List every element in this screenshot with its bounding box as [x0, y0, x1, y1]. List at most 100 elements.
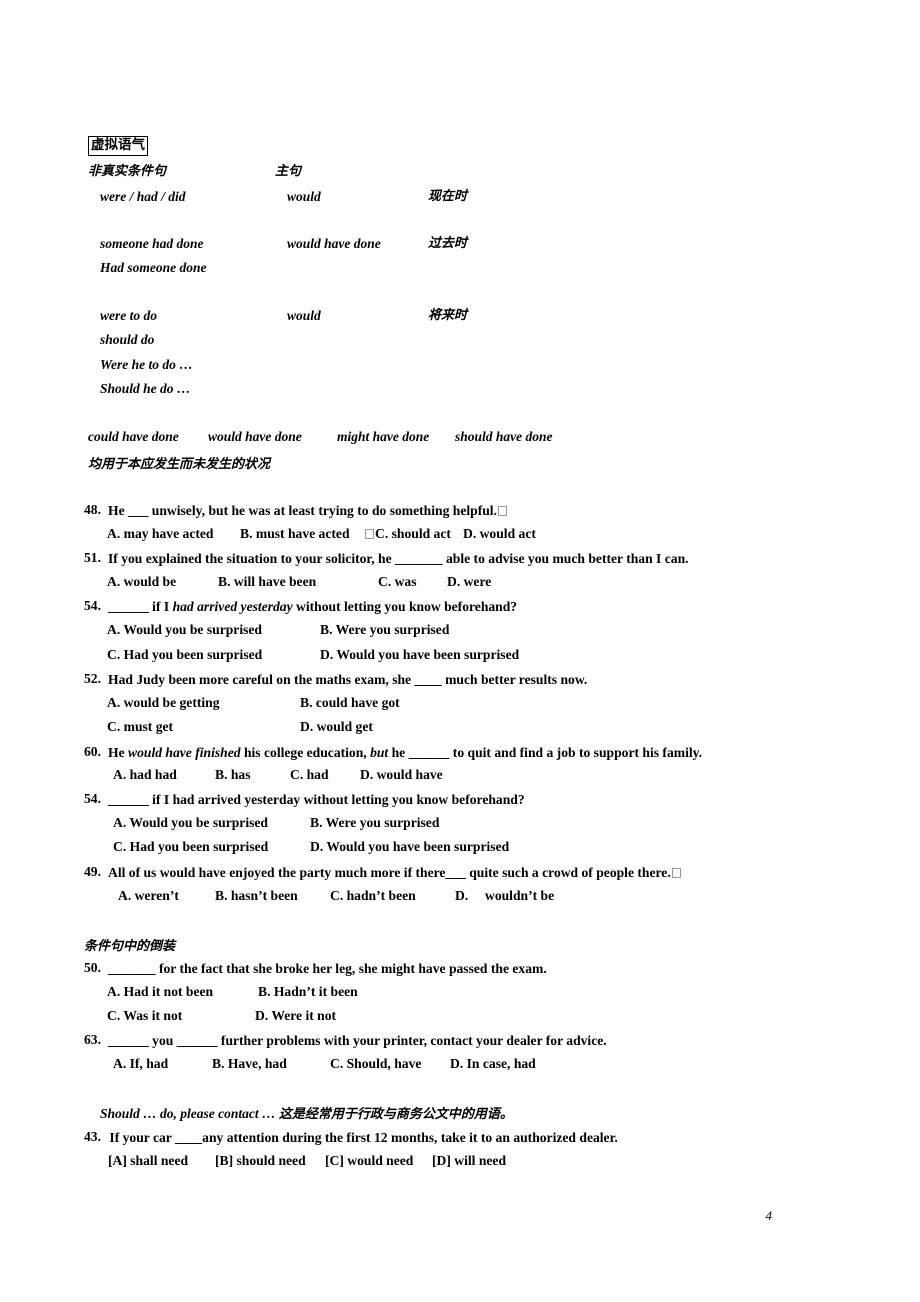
text-run: ______ if I had arrived yesterday withou…: [108, 792, 525, 807]
question-stem-5: He would have finished his college educa…: [108, 744, 702, 761]
grammar-row-tense: 将来时: [428, 308, 468, 323]
option-3-2-2[interactable]: D. Would you have been surprised: [320, 647, 519, 663]
question-number-48: 48.: [84, 502, 101, 517]
option-3-1-1[interactable]: A. Would you be surprised: [107, 622, 262, 638]
text-run: but: [370, 745, 389, 760]
question-stem-4: Had Judy been more careful on the maths …: [108, 671, 587, 688]
text-run: He ___ unwisely, but he was at least try…: [108, 503, 497, 518]
question-number-60: 60.: [84, 744, 101, 759]
inversion-question-stem-2: ______ you ______ further problems with …: [108, 1032, 607, 1049]
inversion-question-number-63: 63.: [84, 1032, 101, 1047]
option-1-1-2[interactable]: B. must have acted: [240, 526, 350, 542]
final-option-1[interactable]: [A] shall need: [108, 1153, 188, 1169]
option-2-1-4[interactable]: D. were: [447, 574, 491, 590]
text-run: Had Judy been more careful on the maths …: [108, 672, 588, 687]
option-7-1-3[interactable]: C. hadn’t been: [330, 888, 416, 904]
inversion-option-2-1-3[interactable]: C. Should, have: [330, 1056, 421, 1072]
option-7-1-2[interactable]: B. hasn’t been: [215, 888, 298, 904]
grammar-row-main-clause: would: [287, 308, 321, 323]
option-5-1-4[interactable]: D. would have: [360, 767, 443, 783]
inversion-usage-note: Should … do, please contact … 这是经常用于行政与商…: [100, 1103, 513, 1122]
grammar-row-condition: should do: [100, 332, 155, 347]
question-number-51: 51.: [84, 550, 101, 565]
text-run: _______ for the fact that she broke her …: [108, 961, 547, 976]
modal-form-1: could have done: [88, 429, 179, 444]
page-number: 4: [765, 1208, 773, 1223]
inversion-option-1-1-2[interactable]: B. Hadn’t it been: [258, 984, 358, 1000]
option-5-1-3[interactable]: C. had: [290, 767, 329, 783]
question-stem-1: He ___ unwisely, but he was at least try…: [108, 502, 508, 519]
text-run: his college education,: [240, 745, 371, 760]
inversion-option-1-1-1[interactable]: A. Had it not been: [107, 984, 213, 1000]
question-number-52: 52.: [84, 671, 101, 686]
option-6-2-2[interactable]: D. Would you have been surprised: [310, 839, 509, 855]
missing-glyph-box-icon: [497, 506, 507, 516]
option-4-1-1[interactable]: A. would be getting: [107, 695, 220, 711]
final-question-number: 43.: [84, 1129, 101, 1144]
grammar-row-condition: were / had / did: [100, 189, 186, 204]
inversion-option-2-1-2[interactable]: B. Have, had: [212, 1056, 287, 1072]
grammar-row-condition: someone had done: [100, 236, 204, 251]
text-run: If you explained the situation to your s…: [108, 551, 689, 566]
grammar-row-condition: were to do: [100, 308, 157, 323]
inversion-question-stem-1: _______ for the fact that she broke her …: [108, 960, 547, 977]
grammar-row-condition: Should he do …: [100, 381, 191, 396]
question-stem-6: ______ if I had arrived yesterday withou…: [108, 791, 525, 808]
inversion-option-2-1-4[interactable]: D. In case, had: [450, 1056, 536, 1072]
missing-glyph-box-icon: [365, 529, 374, 539]
modal-forms-note: 均用于本应发生而未发生的状况: [88, 457, 271, 472]
option-6-2-1[interactable]: C. Had you been surprised: [113, 839, 268, 855]
inversion-section-heading: 条件句中的倒装: [84, 939, 176, 954]
question-stem-2: If you explained the situation to your s…: [108, 550, 689, 567]
question-stem-7: All of us would have enjoyed the party m…: [108, 864, 682, 881]
option-6-1-1[interactable]: A. Would you be surprised: [113, 815, 268, 831]
option-4-2-1[interactable]: C. must get: [107, 719, 173, 735]
inversion-option-1-2-2[interactable]: D. Were it not: [255, 1008, 336, 1024]
question-number-54: 54.: [84, 598, 101, 613]
final-option-3[interactable]: [C] would need: [325, 1153, 413, 1169]
option-1-1-5[interactable]: D. would act: [463, 526, 536, 542]
grammar-row-tense: 过去时: [428, 236, 468, 251]
grammar-table-header-condition: 非真实条件句: [88, 164, 167, 179]
document-page: 虚拟语气 非真实条件句 主句 were / had / did would 现在时 som…: [0, 0, 920, 1302]
modal-form-2: would have done: [208, 429, 302, 444]
usage-note-chinese: 这是经常用于行政与商务公文中的用语。: [278, 1107, 513, 1122]
option-4-2-2[interactable]: D. would get: [300, 719, 373, 735]
option-3-1-2[interactable]: B. Were you surprised: [320, 622, 449, 638]
inversion-question-number-50: 50.: [84, 960, 101, 975]
option-missing-glyph-box-icon: [364, 526, 375, 542]
text-run: had arrived yesterday: [172, 599, 293, 614]
text-run: He: [108, 745, 129, 760]
option-7-1-5[interactable]: wouldn’t be: [485, 888, 554, 904]
option-1-1-4[interactable]: C. should act: [375, 526, 451, 542]
option-7-1-4[interactable]: D.: [455, 888, 468, 904]
text-run: without letting you know beforehand?: [292, 599, 518, 614]
text-run: All of us would have enjoyed the party m…: [108, 865, 671, 880]
grammar-table-header-main: 主句: [275, 164, 302, 179]
inversion-option-1-2-1[interactable]: C. Was it not: [107, 1008, 182, 1024]
text-run: ______ you ______ further problems with …: [108, 1033, 607, 1048]
grammar-row-main-clause: would: [287, 189, 321, 204]
final-option-2[interactable]: [B] should need: [215, 1153, 306, 1169]
option-2-1-2[interactable]: B. will have been: [218, 574, 316, 590]
page-title: 虚拟语气: [88, 136, 148, 156]
modal-form-3: might have done: [337, 429, 430, 444]
option-7-1-1[interactable]: A. weren’t: [118, 888, 179, 904]
grammar-row-condition: Were he to do …: [100, 357, 193, 372]
text-run: he ______ to quit and find a job to supp…: [388, 745, 703, 760]
option-2-1-1[interactable]: A. would be: [107, 574, 176, 590]
option-1-1-1[interactable]: A. may have acted: [107, 526, 213, 542]
option-6-1-2[interactable]: B. Were you surprised: [310, 815, 439, 831]
inversion-option-2-1-1[interactable]: A. If, had: [113, 1056, 168, 1072]
option-3-2-1[interactable]: C. Had you been surprised: [107, 647, 262, 663]
option-5-1-2[interactable]: B. has: [215, 767, 251, 783]
question-number-49: 49.: [84, 864, 101, 879]
modal-form-4: should have done: [455, 429, 553, 444]
final-option-4[interactable]: [D] will need: [432, 1153, 506, 1169]
question-number-54: 54.: [84, 791, 101, 806]
grammar-row-main-clause: would have done: [287, 236, 381, 251]
option-5-1-1[interactable]: A. had had: [113, 767, 177, 783]
option-4-1-2[interactable]: B. could have got: [300, 695, 400, 711]
option-2-1-3[interactable]: C. was: [378, 574, 417, 590]
grammar-row-tense: 现在时: [428, 189, 468, 204]
